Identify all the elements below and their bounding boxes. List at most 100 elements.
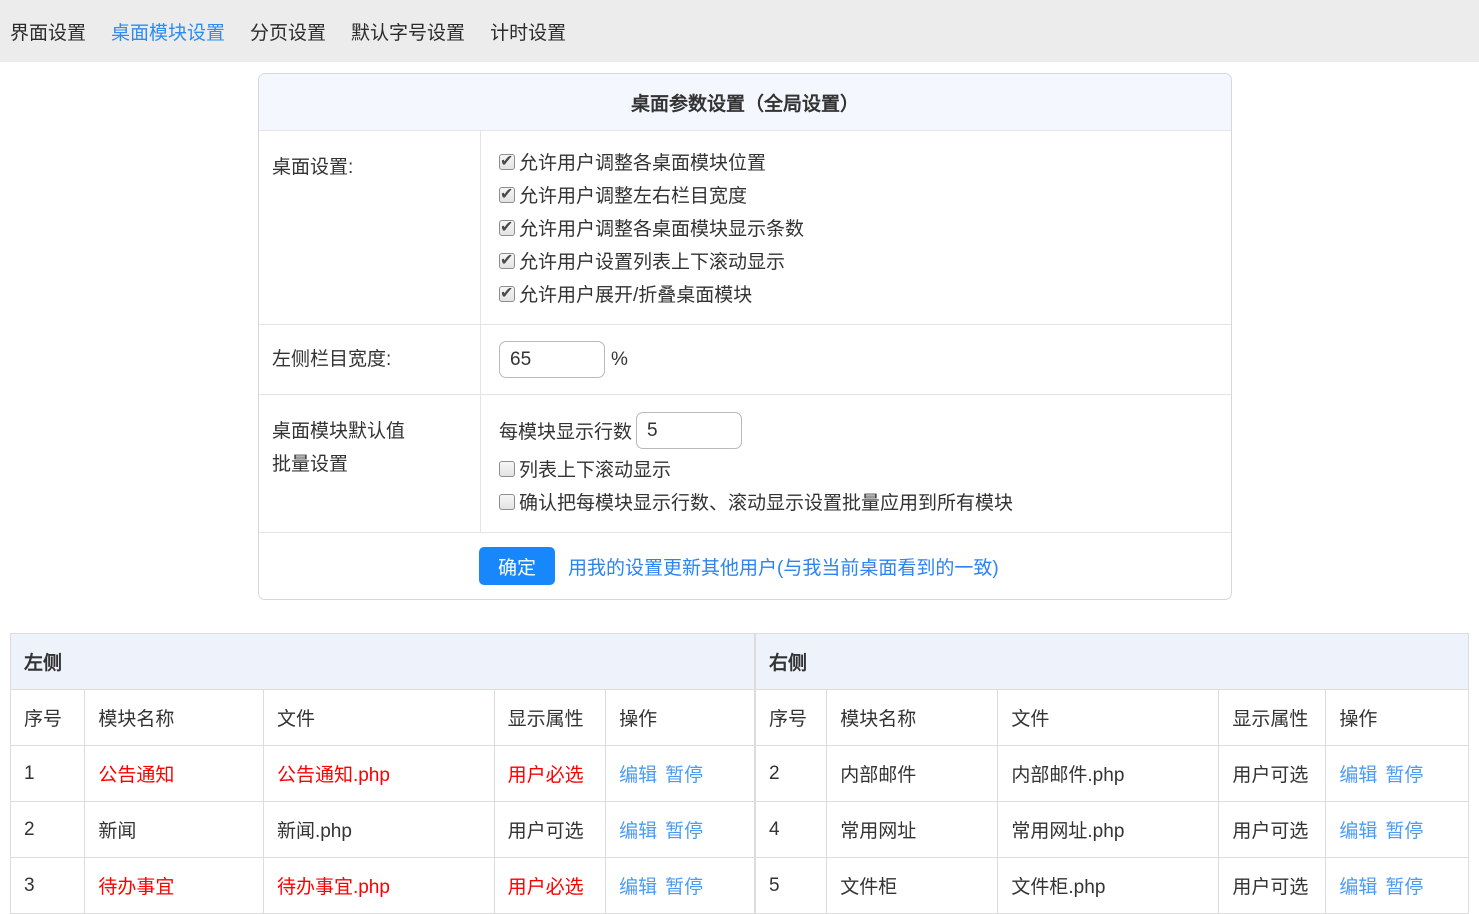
tab-timing[interactable]: 计时设置 xyxy=(490,18,566,45)
left-column-width-input[interactable] xyxy=(499,341,605,378)
table-row: 3 待办事宜 待办事宜.php 用户必选 编辑暂停 xyxy=(11,858,755,914)
cell-operations: 编辑暂停 xyxy=(606,858,755,914)
allow-adjust-column-width-checkbox[interactable] xyxy=(499,187,515,203)
cell-module-name: 常用网址 xyxy=(827,802,998,858)
pause-link[interactable]: 暂停 xyxy=(665,821,703,842)
allow-collapse-modules-option[interactable]: 允许用户展开/折叠桌面模块 xyxy=(499,277,1217,310)
percent-unit-label: % xyxy=(611,349,628,371)
batch-defaults-row: 桌面模块默认值 批量设置 每模块显示行数 列表上下滚动显示 确认把每模块显示行数… xyxy=(259,394,1231,532)
cell-no: 2 xyxy=(11,802,85,858)
allow-scroll-display-checkbox[interactable] xyxy=(499,253,515,269)
cell-operations: 编辑暂停 xyxy=(606,746,755,802)
right-modules-table: 右侧 序号 模块名称 文件 显示属性 操作 2 内部邮件 内部邮件.php 用户… xyxy=(755,633,1469,914)
cell-file: 待办事宜.php xyxy=(263,858,494,914)
cell-no: 2 xyxy=(756,746,827,802)
cell-module-name: 新闻 xyxy=(85,802,264,858)
edit-link[interactable]: 编辑 xyxy=(619,821,657,842)
cell-no: 5 xyxy=(756,858,827,914)
batch-defaults-label: 桌面模块默认值 批量设置 xyxy=(259,395,481,532)
list-scroll-checkbox[interactable] xyxy=(499,461,515,477)
cell-display-attr: 用户必选 xyxy=(494,858,606,914)
rows-per-module-label: 每模块显示行数 xyxy=(499,417,632,444)
cell-display-attr: 用户可选 xyxy=(1219,802,1326,858)
col-header-no: 序号 xyxy=(11,690,85,746)
edit-link[interactable]: 编辑 xyxy=(1339,821,1377,842)
left-table-header: 序号 模块名称 文件 显示属性 操作 xyxy=(11,690,755,746)
pause-link[interactable]: 暂停 xyxy=(1385,821,1423,842)
edit-link[interactable]: 编辑 xyxy=(619,877,657,898)
col-header-name: 模块名称 xyxy=(85,690,264,746)
checkbox-label: 允许用户展开/折叠桌面模块 xyxy=(519,280,752,307)
cell-operations: 编辑暂停 xyxy=(1326,802,1469,858)
tab-ui-settings[interactable]: 界面设置 xyxy=(10,18,86,45)
col-header-op: 操作 xyxy=(1326,690,1469,746)
cell-no: 1 xyxy=(11,746,85,802)
pause-link[interactable]: 暂停 xyxy=(665,765,703,786)
edit-link[interactable]: 编辑 xyxy=(1339,765,1377,786)
right-section-title: 右侧 xyxy=(756,634,1469,690)
module-tables: 左侧 序号 模块名称 文件 显示属性 操作 1 公告通知 公告通知.php 用户… xyxy=(10,633,1469,914)
left-column-width-row: 左侧栏目宽度: % xyxy=(259,324,1231,394)
edit-link[interactable]: 编辑 xyxy=(619,765,657,786)
desktop-params-panel: 桌面参数设置（全局设置） 桌面设置: 允许用户调整各桌面模块位置 允许用户调整左… xyxy=(258,73,1232,600)
cell-display-attr: 用户可选 xyxy=(494,802,606,858)
allow-adjust-row-count-checkbox[interactable] xyxy=(499,220,515,236)
update-other-users-link[interactable]: 用我的设置更新其他用户(与我当前桌面看到的一致) xyxy=(568,553,999,580)
checkbox-label: 允许用户调整各桌面模块显示条数 xyxy=(519,214,804,241)
col-header-file: 文件 xyxy=(998,690,1219,746)
rows-per-module-input[interactable] xyxy=(636,412,742,449)
cell-display-attr: 用户可选 xyxy=(1219,746,1326,802)
col-header-name: 模块名称 xyxy=(827,690,998,746)
left-section-title: 左侧 xyxy=(11,634,755,690)
table-row: 4 常用网址 常用网址.php 用户可选 编辑暂停 xyxy=(756,802,1469,858)
confirm-button[interactable]: 确定 xyxy=(479,547,555,585)
cell-display-attr: 用户可选 xyxy=(1219,858,1326,914)
panel-actions-row: 确定 用我的设置更新其他用户(与我当前桌面看到的一致) xyxy=(259,532,1231,599)
allow-move-modules-option[interactable]: 允许用户调整各桌面模块位置 xyxy=(499,145,1217,178)
apply-to-all-modules-checkbox[interactable] xyxy=(499,494,515,510)
allow-adjust-column-width-option[interactable]: 允许用户调整左右栏目宽度 xyxy=(499,178,1217,211)
pause-link[interactable]: 暂停 xyxy=(1385,765,1423,786)
tab-default-font-size[interactable]: 默认字号设置 xyxy=(351,18,465,45)
list-scroll-option[interactable]: 列表上下滚动显示 xyxy=(499,452,1217,485)
allow-scroll-display-option[interactable]: 允许用户设置列表上下滚动显示 xyxy=(499,244,1217,277)
cell-module-name: 文件柜 xyxy=(827,858,998,914)
cell-file: 内部邮件.php xyxy=(998,746,1219,802)
settings-tabbar: 界面设置 桌面模块设置 分页设置 默认字号设置 计时设置 xyxy=(0,0,1479,62)
desktop-settings-row: 桌面设置: 允许用户调整各桌面模块位置 允许用户调整左右栏目宽度 允许用户调整各… xyxy=(259,131,1231,324)
checkbox-label: 允许用户设置列表上下滚动显示 xyxy=(519,247,785,274)
col-header-op: 操作 xyxy=(606,690,755,746)
table-row: 1 公告通知 公告通知.php 用户必选 编辑暂停 xyxy=(11,746,755,802)
checkbox-label: 允许用户调整各桌面模块位置 xyxy=(519,148,766,175)
cell-file: 文件柜.php xyxy=(998,858,1219,914)
table-row: 5 文件柜 文件柜.php 用户可选 编辑暂停 xyxy=(756,858,1469,914)
col-header-file: 文件 xyxy=(263,690,494,746)
allow-adjust-row-count-option[interactable]: 允许用户调整各桌面模块显示条数 xyxy=(499,211,1217,244)
table-row: 2 内部邮件 内部邮件.php 用户可选 编辑暂停 xyxy=(756,746,1469,802)
pause-link[interactable]: 暂停 xyxy=(1385,877,1423,898)
right-table-header: 序号 模块名称 文件 显示属性 操作 xyxy=(756,690,1469,746)
col-header-attr: 显示属性 xyxy=(494,690,606,746)
checkbox-label: 允许用户调整左右栏目宽度 xyxy=(519,181,747,208)
cell-file: 公告通知.php xyxy=(263,746,494,802)
apply-to-all-modules-option[interactable]: 确认把每模块显示行数、滚动显示设置批量应用到所有模块 xyxy=(499,485,1217,518)
allow-collapse-modules-checkbox[interactable] xyxy=(499,286,515,302)
tab-pagination[interactable]: 分页设置 xyxy=(250,18,326,45)
pause-link[interactable]: 暂停 xyxy=(665,877,703,898)
tab-desktop-modules[interactable]: 桌面模块设置 xyxy=(111,18,225,45)
checkbox-label: 列表上下滚动显示 xyxy=(519,455,671,482)
left-column-width-label: 左侧栏目宽度: xyxy=(259,325,481,394)
edit-link[interactable]: 编辑 xyxy=(1339,877,1377,898)
cell-file: 新闻.php xyxy=(263,802,494,858)
cell-operations: 编辑暂停 xyxy=(1326,746,1469,802)
cell-no: 4 xyxy=(756,802,827,858)
checkbox-label: 确认把每模块显示行数、滚动显示设置批量应用到所有模块 xyxy=(519,488,1013,515)
panel-title: 桌面参数设置（全局设置） xyxy=(259,74,1231,131)
cell-display-attr: 用户必选 xyxy=(494,746,606,802)
allow-move-modules-checkbox[interactable] xyxy=(499,154,515,170)
col-header-attr: 显示属性 xyxy=(1219,690,1326,746)
col-header-no: 序号 xyxy=(756,690,827,746)
cell-file: 常用网址.php xyxy=(998,802,1219,858)
desktop-settings-label: 桌面设置: xyxy=(259,131,481,324)
table-row: 2 新闻 新闻.php 用户可选 编辑暂停 xyxy=(11,802,755,858)
